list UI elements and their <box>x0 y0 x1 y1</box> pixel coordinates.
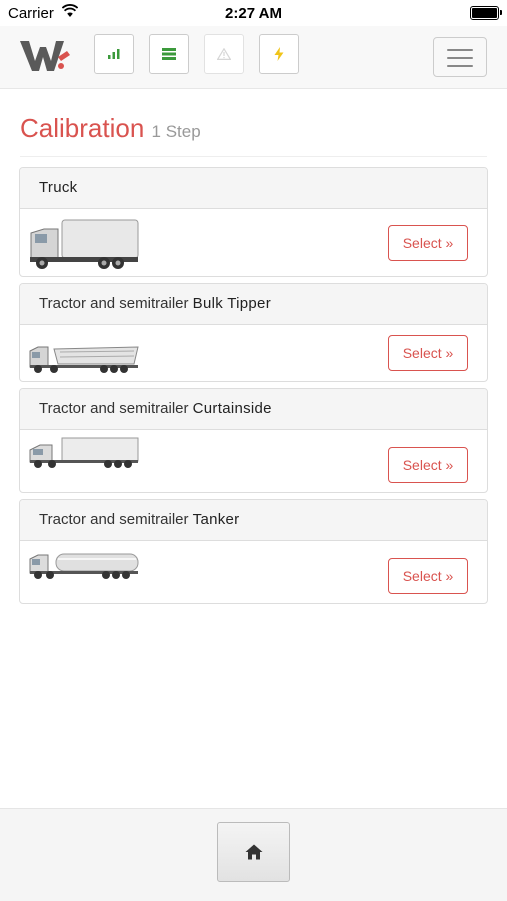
list-button[interactable] <box>149 34 189 74</box>
truck-image <box>30 219 139 269</box>
vehicle-name: Bulk Tipper <box>192 295 271 312</box>
card-header: Tractor and semitrailer Curtainside <box>20 389 487 430</box>
vehicle-name: Curtainside <box>192 400 272 417</box>
select-tanker-button[interactable]: Select » <box>388 558 468 594</box>
home-icon <box>245 844 262 860</box>
signal-icon <box>108 49 120 59</box>
menu-bar-icon <box>447 65 473 67</box>
list-icon <box>162 48 176 60</box>
vehicle-card-curtainside: Tractor and semitrailer Curtainside Sele… <box>19 388 488 493</box>
brand-logo[interactable] <box>20 39 72 73</box>
card-header: Tractor and semitrailer Tanker <box>20 500 487 541</box>
hamburger-menu-button[interactable] <box>433 37 487 77</box>
page-title: Calibration 1 Step <box>20 113 487 157</box>
select-truck-button[interactable]: Select » <box>388 225 468 261</box>
vehicle-name: Tanker <box>192 511 240 528</box>
status-bar: Carrier 2:27 AM <box>0 0 507 26</box>
vehicle-name: Truck <box>39 179 78 196</box>
tanker-image <box>29 553 139 579</box>
vehicle-card-bulk-tipper: Tractor and semitrailer Bulk Tipper Sele… <box>19 283 488 382</box>
home-button[interactable] <box>217 822 290 882</box>
warning-icon <box>217 48 231 60</box>
footer-bar <box>0 808 507 901</box>
vehicle-card-tanker: Tractor and semitrailer Tanker Select » <box>19 499 488 604</box>
bulk-tipper-image <box>29 346 139 373</box>
menu-bar-icon <box>447 49 473 51</box>
page-title-text: Calibration <box>20 113 145 143</box>
card-header: Truck <box>20 168 487 209</box>
card-header: Tractor and semitrailer Bulk Tipper <box>20 284 487 325</box>
power-button[interactable] <box>259 34 299 74</box>
select-bulk-tipper-button[interactable]: Select » <box>388 335 468 371</box>
curtainside-image <box>29 437 139 468</box>
lightning-icon <box>274 47 284 61</box>
select-curtainside-button[interactable]: Select » <box>388 447 468 483</box>
top-navbar <box>0 26 507 89</box>
battery-icon <box>470 6 502 20</box>
vehicle-card-truck: Truck Select » <box>19 167 488 277</box>
clock: 2:27 AM <box>225 5 282 22</box>
menu-bar-icon <box>447 57 473 59</box>
signal-button[interactable] <box>94 34 134 74</box>
page-subtitle: 1 Step <box>151 122 201 141</box>
warning-button[interactable] <box>204 34 244 74</box>
